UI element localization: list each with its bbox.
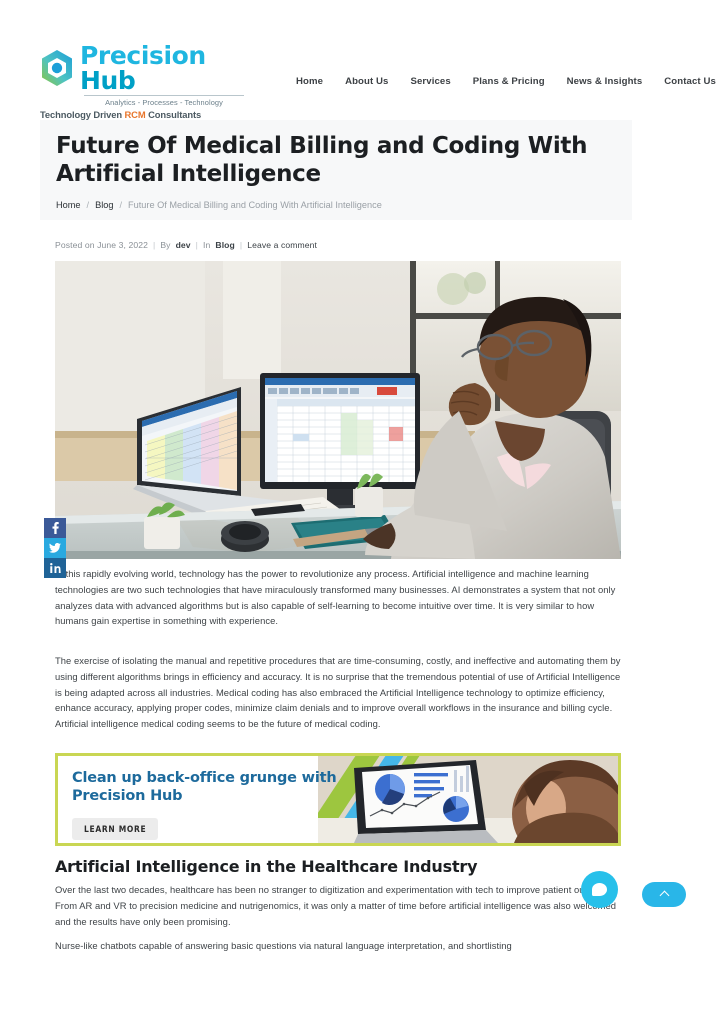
- promo-learn-more-button[interactable]: LEARN MORE: [72, 818, 159, 841]
- main-navigation: Home About Us Services Plans & Pricing N…: [296, 76, 716, 87]
- social-share-rail: [44, 518, 66, 578]
- breadcrumb-separator-2: /: [119, 200, 123, 210]
- logo-tagline-prefix: Technology Driven: [40, 108, 125, 120]
- nav-item-news-insights[interactable]: News & Insights: [567, 76, 643, 87]
- breadcrumb-blog[interactable]: Blog: [95, 200, 113, 210]
- section-heading-ai-healthcare: Artificial Intelligence in the Healthcar…: [55, 857, 478, 876]
- logo-word-secondary: Hub: [80, 65, 136, 95]
- nav-item-plans-pricing[interactable]: Plans & Pricing: [473, 76, 545, 87]
- nav-item-contact-us[interactable]: Contact Us: [664, 76, 716, 87]
- logo-tagline-secondary: Technology Driven RCM Consultants: [40, 109, 244, 120]
- site-header: Precision Hub Analytics - Processes - Te…: [40, 43, 716, 120]
- share-linkedin-icon[interactable]: [44, 558, 66, 578]
- article-paragraph-4: Nurse-like chatbots capable of answering…: [55, 940, 512, 951]
- post-date: Posted on June 3, 2022: [55, 240, 148, 250]
- article-paragraph-3: Over the last two decades, healthcare ha…: [55, 884, 618, 927]
- promo-banner-inner: Clean up back-office grunge with Precisi…: [58, 756, 618, 843]
- hero-image: [55, 261, 621, 559]
- promo-banner-heading: Clean up back-office grunge with Precisi…: [72, 770, 337, 805]
- post-category[interactable]: Blog: [215, 240, 235, 250]
- site-logo[interactable]: Precision Hub Analytics - Processes - Te…: [40, 43, 244, 120]
- meta-separator-1: |: [152, 240, 156, 250]
- logo-tagline-suffix: Consultants: [145, 108, 202, 120]
- logo-row: Precision Hub: [40, 43, 244, 93]
- post-in-label: In: [203, 240, 211, 250]
- article-paragraph-1: In this rapidly evolving world, technolo…: [55, 568, 616, 627]
- nav-item-about-us[interactable]: About Us: [345, 76, 388, 87]
- promo-banner-text: Clean up back-office grunge with Precisi…: [72, 769, 372, 841]
- logo-tagline-accent: RCM: [124, 108, 146, 120]
- breadcrumb-current: Future Of Medical Billing and Coding Wit…: [128, 200, 382, 210]
- page-root: Precision Hub Analytics - Processes - Te…: [0, 0, 720, 1018]
- page-title-bar: Future Of Medical Billing and Coding Wit…: [40, 120, 632, 220]
- article-paragraph-2: The exercise of isolating the manual and…: [55, 655, 621, 730]
- page-title: Future Of Medical Billing and Coding Wit…: [56, 133, 588, 188]
- precision-hub-hexagon-icon: [40, 49, 74, 87]
- logo-wordmark: Precision Hub: [80, 43, 244, 93]
- chat-widget-button[interactable]: [581, 871, 618, 908]
- breadcrumb-home[interactable]: Home: [56, 200, 81, 210]
- leave-a-comment-link[interactable]: Leave a comment: [247, 240, 317, 250]
- nav-item-home[interactable]: Home: [296, 76, 323, 87]
- promo-banner[interactable]: Clean up back-office grunge with Precisi…: [55, 753, 621, 846]
- breadcrumb-separator-1: /: [86, 200, 90, 210]
- logo-tagline-primary: Analytics - Processes - Technology: [84, 94, 244, 107]
- post-author[interactable]: dev: [176, 240, 191, 250]
- share-twitter-icon[interactable]: [44, 538, 66, 558]
- meta-separator-3: |: [239, 240, 243, 250]
- post-meta: Posted on June 3, 2022 | By dev | In Blo…: [55, 240, 317, 250]
- post-by-label: By: [160, 240, 171, 250]
- scroll-to-top-button[interactable]: [642, 882, 686, 907]
- chat-bubble-icon: [592, 883, 607, 896]
- meta-separator-2: |: [195, 240, 199, 250]
- chevron-up-icon: [659, 890, 669, 901]
- share-facebook-icon[interactable]: [44, 518, 66, 538]
- nav-item-services[interactable]: Services: [411, 76, 451, 87]
- breadcrumb: Home / Blog / Future Of Medical Billing …: [56, 200, 382, 210]
